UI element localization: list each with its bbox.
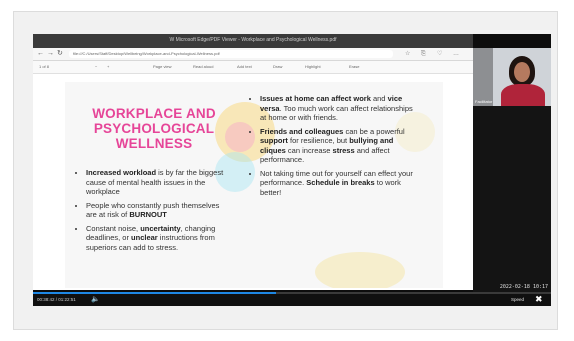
slide-page: WORKPLACE AND PSYCHOLOGICAL WELLNESS Inc… bbox=[65, 82, 443, 288]
webcam-panel: Facilitator 2022-02-18 10:17 bbox=[473, 48, 551, 292]
progress-fill bbox=[33, 292, 277, 294]
slide-title: WORKPLACE AND PSYCHOLOGICAL WELLNESS bbox=[92, 106, 216, 151]
bullet-noise: Constant noise, uncertainty, changing de… bbox=[86, 224, 227, 253]
highlight-button[interactable]: Highlight bbox=[305, 63, 321, 71]
pdf-toolbar: 1 of 8 − + Page view Read aloud Add text… bbox=[33, 61, 473, 74]
decor-blob-bottom bbox=[315, 252, 405, 288]
forward-icon[interactable]: → bbox=[47, 49, 54, 59]
bullet-home: Issues at home can affect work and vice … bbox=[260, 94, 419, 123]
right-bullet-column: Issues at home can affect work and vice … bbox=[251, 94, 419, 201]
page-indicator[interactable]: 1 of 8 bbox=[39, 63, 49, 71]
bullet-burnout: People who constantly push themselves ar… bbox=[86, 201, 227, 220]
favorite-icon[interactable]: ☆ bbox=[405, 49, 410, 59]
progress-bar[interactable] bbox=[33, 292, 551, 294]
reload-icon[interactable]: ↻ bbox=[57, 49, 63, 59]
browser-title-bar: W Microsoft Edge/PDF Viewer - Workplace … bbox=[33, 34, 473, 48]
bullet-friends: Friends and colleagues can be a powerful… bbox=[260, 127, 419, 165]
add-text-button[interactable]: Add text bbox=[237, 63, 252, 71]
video-player[interactable]: W Microsoft Edge/PDF Viewer - Workplace … bbox=[33, 34, 551, 306]
volume-icon[interactable]: 🔈 bbox=[91, 295, 100, 304]
more-menu-icon[interactable]: … bbox=[453, 49, 459, 59]
left-bullet-column: Increased workload is by far the biggest… bbox=[77, 168, 227, 256]
zoom-out-icon[interactable]: − bbox=[95, 63, 97, 71]
window-title: W Microsoft Edge/PDF Viewer - Workplace … bbox=[169, 37, 337, 43]
url-field[interactable]: file:///C:/Users/Staff/Desktop/Wellbeing… bbox=[69, 50, 393, 58]
collections-icon[interactable]: ⎘ bbox=[421, 49, 426, 59]
bullet-workload: Increased workload is by far the biggest… bbox=[86, 168, 227, 197]
bullet-breaks: Not taking time out for yourself can eff… bbox=[260, 169, 419, 198]
browser-address-bar: ← → ↻ file:///C:/Users/Staff/Desktop/Wel… bbox=[33, 48, 473, 61]
speed-button[interactable]: Speed bbox=[511, 296, 524, 304]
pdf-viewer-area: WORKPLACE AND PSYCHOLOGICAL WELLNESS Inc… bbox=[33, 74, 473, 290]
webcam-feed: Facilitator bbox=[473, 48, 551, 106]
time-display: 00:38:42 / 01:22:51 bbox=[37, 297, 76, 302]
back-icon[interactable]: ← bbox=[37, 49, 44, 59]
erase-button[interactable]: Erase bbox=[349, 63, 359, 71]
background-shelf bbox=[473, 48, 493, 106]
page-view-button[interactable]: Page view bbox=[153, 63, 171, 71]
player-controls: 00:38:42 / 01:22:51 🔈 Speed ✖ bbox=[33, 292, 551, 306]
presenter-body bbox=[501, 84, 545, 106]
recording-timestamp: 2022-02-18 10:17 bbox=[499, 284, 548, 290]
webcam-name-label: Facilitator bbox=[475, 99, 493, 104]
fullscreen-icon[interactable]: ✖ bbox=[535, 294, 543, 304]
heart-icon[interactable]: ♡ bbox=[437, 49, 442, 59]
presenter-face bbox=[514, 62, 530, 82]
read-aloud-button[interactable]: Read aloud bbox=[193, 63, 213, 71]
zoom-in-icon[interactable]: + bbox=[107, 63, 109, 71]
draw-button[interactable]: Draw bbox=[273, 63, 282, 71]
